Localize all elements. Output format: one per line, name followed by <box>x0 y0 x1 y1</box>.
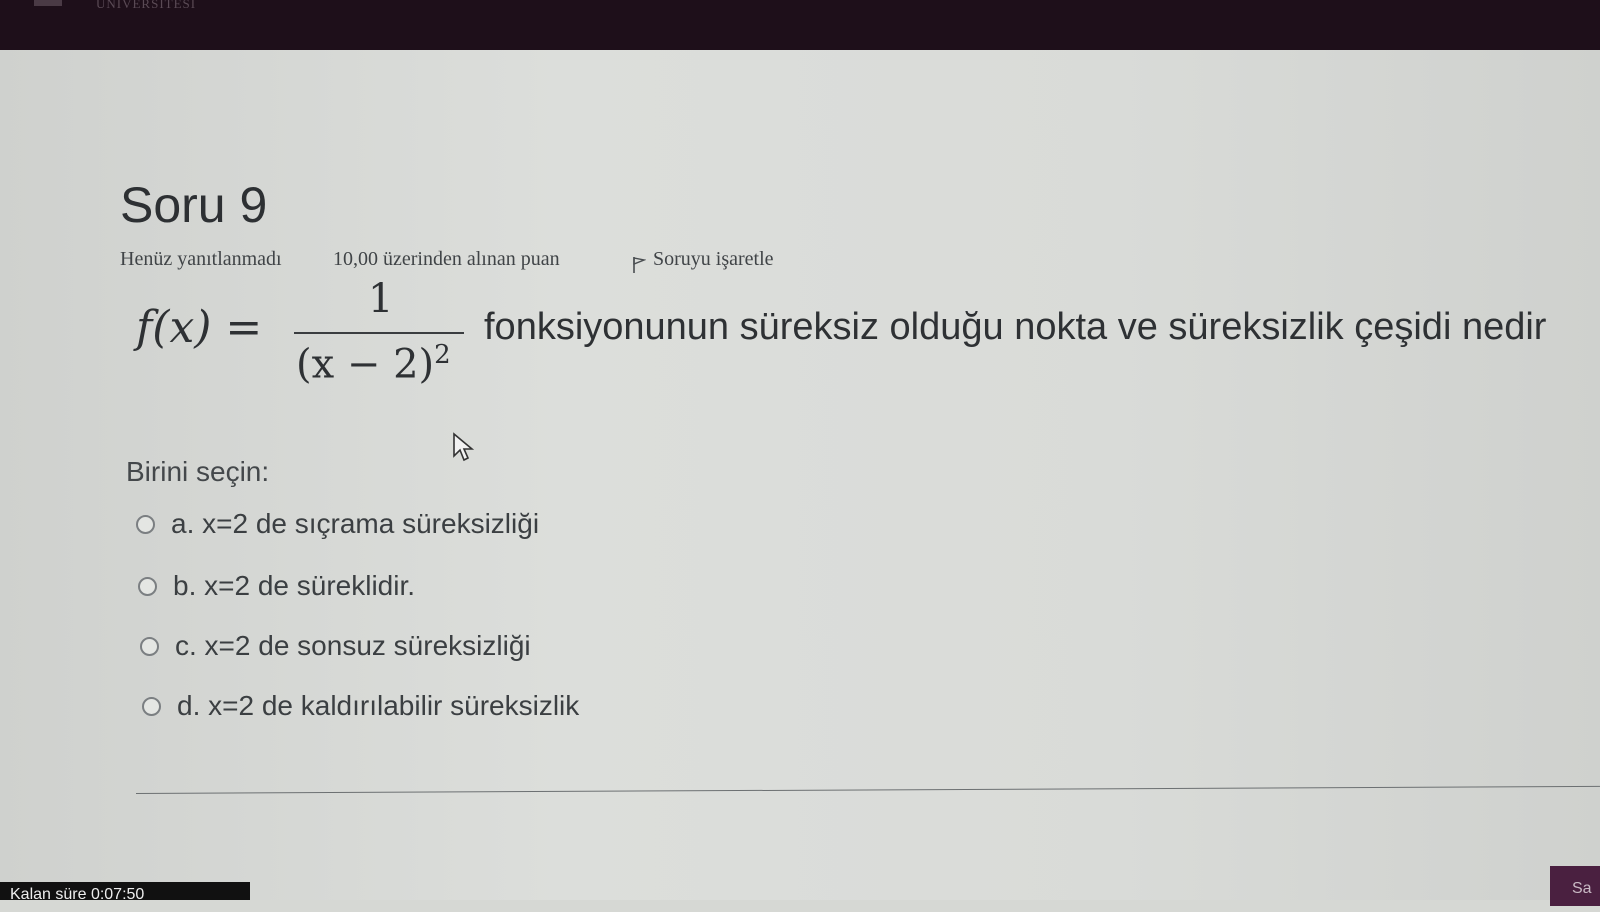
brand-name: ÜNİVERSİTESİ <box>96 0 197 11</box>
option-label: a. x=2 de sıçrama süreksizliği <box>171 508 540 539</box>
question-status: Henüz yanıtlanmadı <box>120 248 282 270</box>
flag-question-link[interactable]: Soruyu işaretle <box>653 248 774 271</box>
university-logo[interactable] <box>34 0 62 6</box>
denominator-base: (x − 2) <box>296 341 435 388</box>
radio-button[interactable] <box>142 696 161 716</box>
radio-button[interactable] <box>136 514 155 534</box>
question-title: Soru 9 <box>120 177 268 233</box>
formula-numerator: 1 <box>368 276 394 322</box>
radio-button[interactable] <box>140 636 159 656</box>
next-page-button[interactable]: Sa <box>1550 866 1600 906</box>
formula-denominator: (x − 2)2 <box>296 340 451 387</box>
top-navbar: ÜNİVERSİTESİ <box>0 0 1600 50</box>
mouse-cursor-icon <box>453 432 474 462</box>
option-label: c. x=2 de sonsuz süreksizliği <box>175 630 531 661</box>
denominator-exponent: 2 <box>434 340 451 370</box>
option-label: d. x=2 de kaldırılabilir süreksizlik <box>177 690 580 721</box>
answer-option-a[interactable]: a. x=2 de sıçrama süreksizliği <box>136 508 539 540</box>
radio-button[interactable] <box>138 576 157 596</box>
choose-one-label: Birini seçin: <box>126 456 270 487</box>
formula-lhs: f(x) = <box>136 302 263 353</box>
flag-icon[interactable] <box>632 256 646 274</box>
answer-option-b[interactable]: b. x=2 de süreklidir. <box>138 570 415 602</box>
question-grade: 10,00 üzerinden alınan puan <box>333 248 560 270</box>
answer-option-c[interactable]: c. x=2 de sonsuz süreksizliği <box>140 630 531 662</box>
fraction-bar <box>294 332 464 334</box>
answer-option-d[interactable]: d. x=2 de kaldırılabilir süreksizlik <box>142 690 579 722</box>
question-text: fonksiyonunun süreksiz olduğu nokta ve s… <box>484 306 1547 348</box>
option-label: b. x=2 de süreklidir. <box>173 570 416 601</box>
quiz-timer: Kalan süre 0:07:50 <box>0 882 250 900</box>
